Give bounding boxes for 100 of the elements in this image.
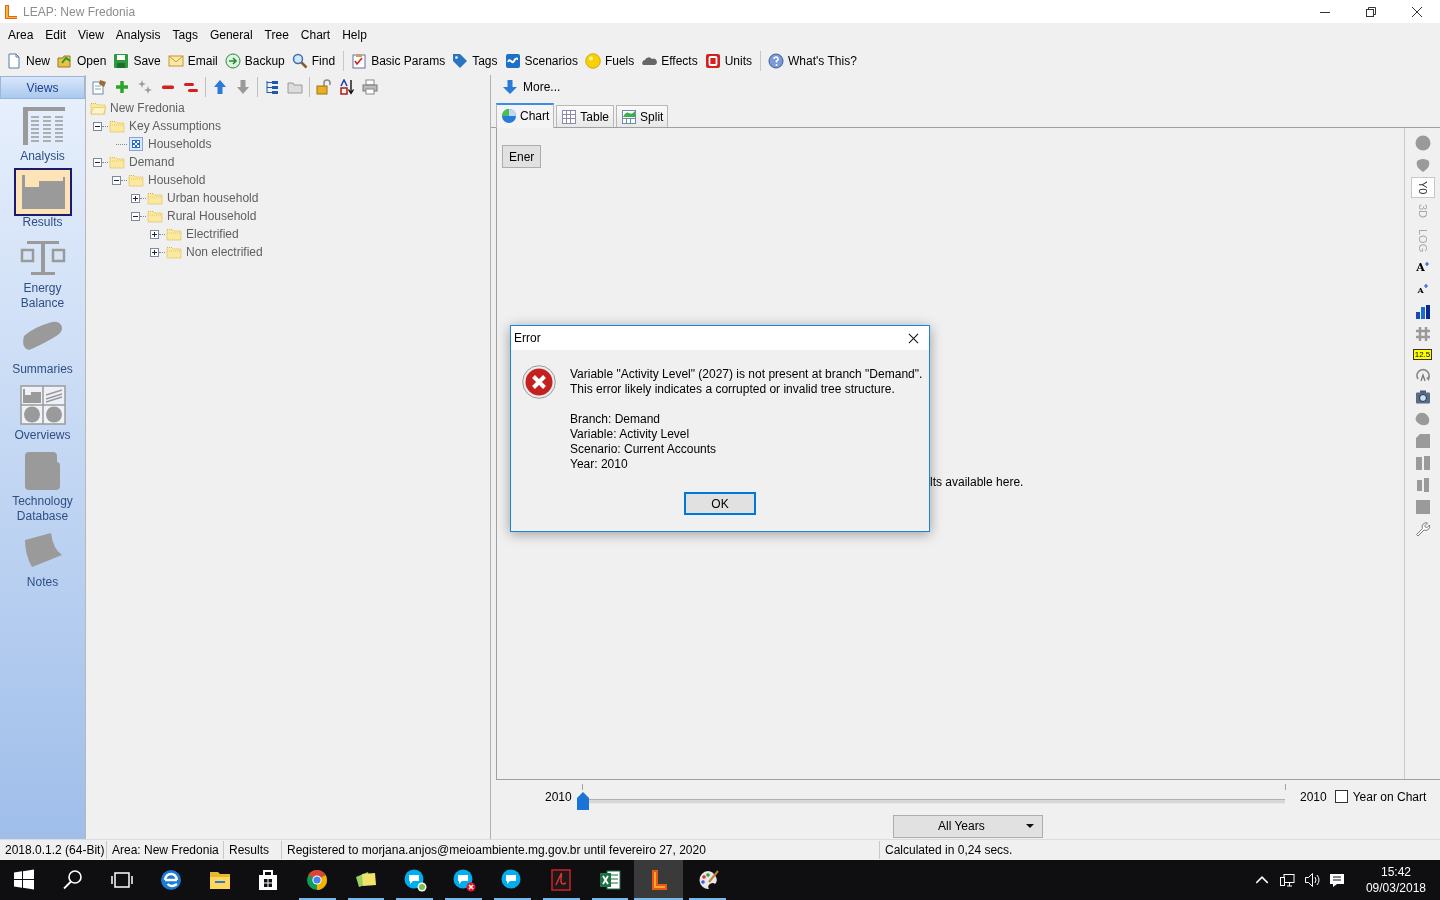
year-end-label: 2010 <box>1300 789 1327 804</box>
menu-item[interactable]: Edit <box>39 25 73 45</box>
menu-item[interactable]: View <box>72 25 110 45</box>
chat-icon <box>402 868 427 892</box>
sidebar-item[interactable]: Notes <box>0 529 85 590</box>
sidebar-item[interactable]: Overviews <box>0 382 85 443</box>
browser-icon <box>158 868 183 892</box>
tree-node[interactable]: Key Assumptions <box>129 119 222 133</box>
collapse-icon[interactable] <box>93 157 102 167</box>
toolbar-button[interactable]: Backup <box>221 50 288 72</box>
split-view-icon <box>621 108 638 125</box>
error-detail: Scenario: Current Accounts <box>570 442 718 457</box>
toolbar-button[interactable]: Save <box>110 50 164 72</box>
network-icon[interactable] <box>1278 872 1295 888</box>
tab[interactable]: Table <box>556 105 615 127</box>
toolbar-button[interactable]: What's This? <box>765 50 860 72</box>
notification-icon[interactable] <box>1328 872 1345 888</box>
tree-node[interactable]: Non electrified <box>186 245 263 259</box>
font-size-button[interactable]: A <box>1415 278 1430 301</box>
close-icon[interactable] <box>1412 6 1422 17</box>
menu-item[interactable]: General <box>203 25 259 45</box>
toolbar-button[interactable]: Fuels <box>581 50 638 72</box>
expand-icon[interactable] <box>150 247 159 257</box>
sort-icon[interactable] <box>338 78 355 95</box>
sidebar-item[interactable]: Results <box>0 169 85 230</box>
error-message: This error likely indicates a corrupted or invalid tree structure. <box>570 382 896 397</box>
folder-open-icon <box>57 53 73 69</box>
folder-icon <box>147 191 163 205</box>
close-icon[interactable] <box>908 332 919 344</box>
dialog-title: Error <box>514 331 541 345</box>
folder-icon <box>109 119 125 133</box>
folder-icon <box>128 173 144 187</box>
rotate-icon[interactable] <box>1414 366 1431 383</box>
ball-icon <box>584 53 601 69</box>
menu-item[interactable]: Tree <box>258 25 295 45</box>
tree-node[interactable]: Urban household <box>167 191 259 205</box>
arrow-up-icon[interactable] <box>211 78 228 95</box>
status-text: Registered to morjana.anjos@meioambiente.mg.gov.br until fevereiro 27, 2020 <box>282 841 880 859</box>
toolbar-button[interactable]: Open <box>54 50 110 72</box>
tab[interactable]: Chart <box>496 103 555 128</box>
properties-icon[interactable] <box>90 78 107 95</box>
expand-icon[interactable] <box>131 193 140 203</box>
tree-node[interactable]: Electrified <box>186 227 239 241</box>
status-text: Results <box>224 841 282 859</box>
tree-node[interactable]: New Fredonia <box>110 101 185 115</box>
square-tile-icon <box>704 53 721 69</box>
toolbar-button[interactable]: Basic Params <box>348 50 449 72</box>
tree-node[interactable]: Household <box>148 173 206 187</box>
menu-item[interactable]: Chart <box>294 25 337 45</box>
menu-item[interactable]: Help <box>336 25 373 45</box>
collapse-icon[interactable] <box>112 175 121 185</box>
slider-thumb[interactable] <box>577 791 589 810</box>
tree-node[interactable]: Demand <box>129 155 175 169</box>
sidebar-item[interactable]: Analysis <box>0 103 85 164</box>
windows-logo-icon[interactable] <box>12 868 37 892</box>
checkbox-label[interactable]: Year on Chart <box>1352 789 1427 804</box>
toolbar-button[interactable]: Scenarios <box>501 50 581 72</box>
view-toggle[interactable]: Y0 <box>1410 177 1435 199</box>
menu-item[interactable]: Analysis <box>109 25 167 45</box>
tree-node[interactable]: Rural Household <box>167 209 257 223</box>
wrench-icon[interactable] <box>1414 520 1431 537</box>
speaker-icon[interactable] <box>1303 872 1320 888</box>
ok-button[interactable]: OK <box>684 492 756 515</box>
menu-item[interactable]: Area <box>2 25 40 45</box>
sparkle-icon <box>1424 261 1429 266</box>
toolbar-button[interactable]: New <box>3 50 53 72</box>
arrow-down-icon <box>502 79 518 95</box>
printer-icon[interactable] <box>361 78 378 95</box>
sidebar-item[interactable]: Energy Balance <box>0 235 85 311</box>
collapse-icon[interactable] <box>93 121 102 131</box>
tree-node[interactable]: Households <box>148 137 212 151</box>
bar-chart-icon[interactable] <box>1414 303 1431 320</box>
browser-icon <box>305 868 330 892</box>
checkbox[interactable] <box>1334 790 1348 803</box>
sidebar-item[interactable]: Technology Database <box>0 448 85 524</box>
clock-date[interactable]: 09/03/2018 <box>1365 880 1426 896</box>
tree-icon[interactable] <box>263 78 280 95</box>
category-button[interactable]: Ener <box>502 145 542 168</box>
clock-time[interactable]: 15:42 <box>1380 864 1411 880</box>
add-icon[interactable] <box>113 78 130 95</box>
folder-icon <box>166 245 182 259</box>
expand-icon[interactable] <box>150 229 159 239</box>
camera-icon[interactable] <box>1414 388 1431 405</box>
toolbar-button[interactable]: Units <box>701 50 756 72</box>
restore-icon[interactable] <box>1366 6 1376 17</box>
sidebar-item[interactable]: Summaries <box>0 316 85 377</box>
toolbar-button[interactable]: Tags <box>449 50 501 72</box>
tab[interactable]: Split <box>616 105 669 127</box>
font-size-button[interactable]: A <box>1414 256 1431 279</box>
tag-icon <box>452 53 469 69</box>
toolbar-button[interactable]: Effects <box>638 50 701 72</box>
toolbar-button[interactable]: Email <box>164 50 221 72</box>
year-range-dropdown[interactable]: All Years <box>893 814 1043 838</box>
folder-icon <box>166 227 182 241</box>
menu-item[interactable]: Tags <box>166 25 204 45</box>
more-button[interactable]: More... <box>500 79 563 95</box>
value-label-button[interactable]: 12.5 <box>1412 348 1433 360</box>
collapse-icon[interactable] <box>131 211 140 221</box>
padlock-icon[interactable] <box>315 78 332 95</box>
toolbar-button[interactable]: Find <box>288 50 339 72</box>
